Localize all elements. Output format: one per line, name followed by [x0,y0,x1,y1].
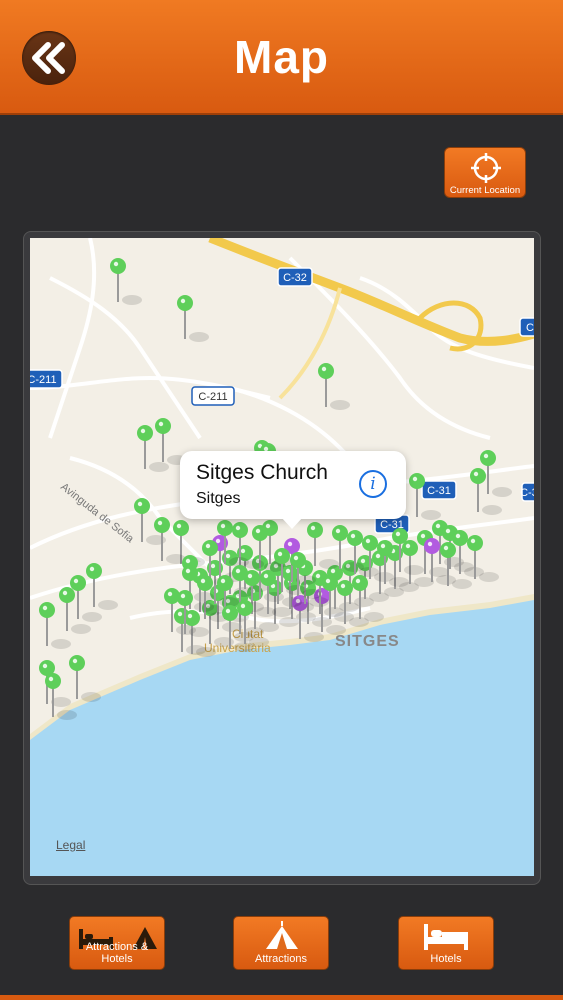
map-canvas: C-32 C-211 C-31 C-31 C-31 C-211 C Avingu… [30,238,534,876]
pin-callout[interactable]: Sitges Church Sitges i [180,451,406,529]
road-shield-c31-a: C-31 [421,480,457,500]
attraction-pin[interactable] [86,563,118,610]
attraction-pin[interactable] [45,673,77,720]
attraction-pin[interactable] [318,363,350,410]
crosshair-icon [471,153,501,183]
attraction-pin[interactable] [177,295,209,342]
map-view[interactable]: C-32 C-211 C-31 C-31 C-31 C-211 C Avingu… [30,238,534,876]
sea-area [30,598,534,876]
callout-subtitle: Sitges [196,490,241,507]
info-icon[interactable]: i [359,470,387,498]
highway-c32 [208,238,534,346]
page-title: Map [234,31,329,83]
bed-icon [424,924,468,950]
attraction-pin[interactable] [59,587,91,634]
tent-icon [266,921,298,949]
road-shield-c-edge: C [519,317,534,337]
road-shield-c32: C-32 [277,267,313,287]
tab-attractions[interactable]: Attractions [233,916,329,970]
legal-link[interactable]: Legal [56,838,85,852]
current-location-button[interactable]: Current Location [444,147,526,198]
svg-text:C-211: C-211 [30,374,57,386]
tab-attractions-hotels[interactable]: Attractions & Hotels [69,916,165,970]
highway-link [278,287,342,400]
current-location-label: Current Location [449,185,521,196]
tab-label: Hotels [430,953,462,965]
svg-text:C-32: C-32 [283,272,307,284]
road-shield-c211-b: C-211 [30,369,63,389]
tab-label: Attractions [255,953,307,965]
svg-text:C: C [526,322,534,334]
attraction-pin[interactable] [110,258,142,305]
callout-title: Sitges Church [196,461,328,484]
app-header: Map [0,0,563,115]
bottom-bar-edge [0,995,563,1000]
callout-pointer [281,517,303,529]
svg-text:C-31: C-31 [520,487,534,499]
tab-label: Attractions & Hotels [85,941,149,965]
attraction-pin[interactable] [69,655,101,702]
road-shield-c211-a: C-211 [191,386,235,406]
town-label: SITGES [335,633,400,650]
tab-hotels[interactable]: Hotels [398,916,494,970]
svg-text:C-31: C-31 [427,485,451,497]
road-shield-c31-c: C-31 [520,482,534,502]
svg-text:C-211: C-211 [198,391,227,403]
